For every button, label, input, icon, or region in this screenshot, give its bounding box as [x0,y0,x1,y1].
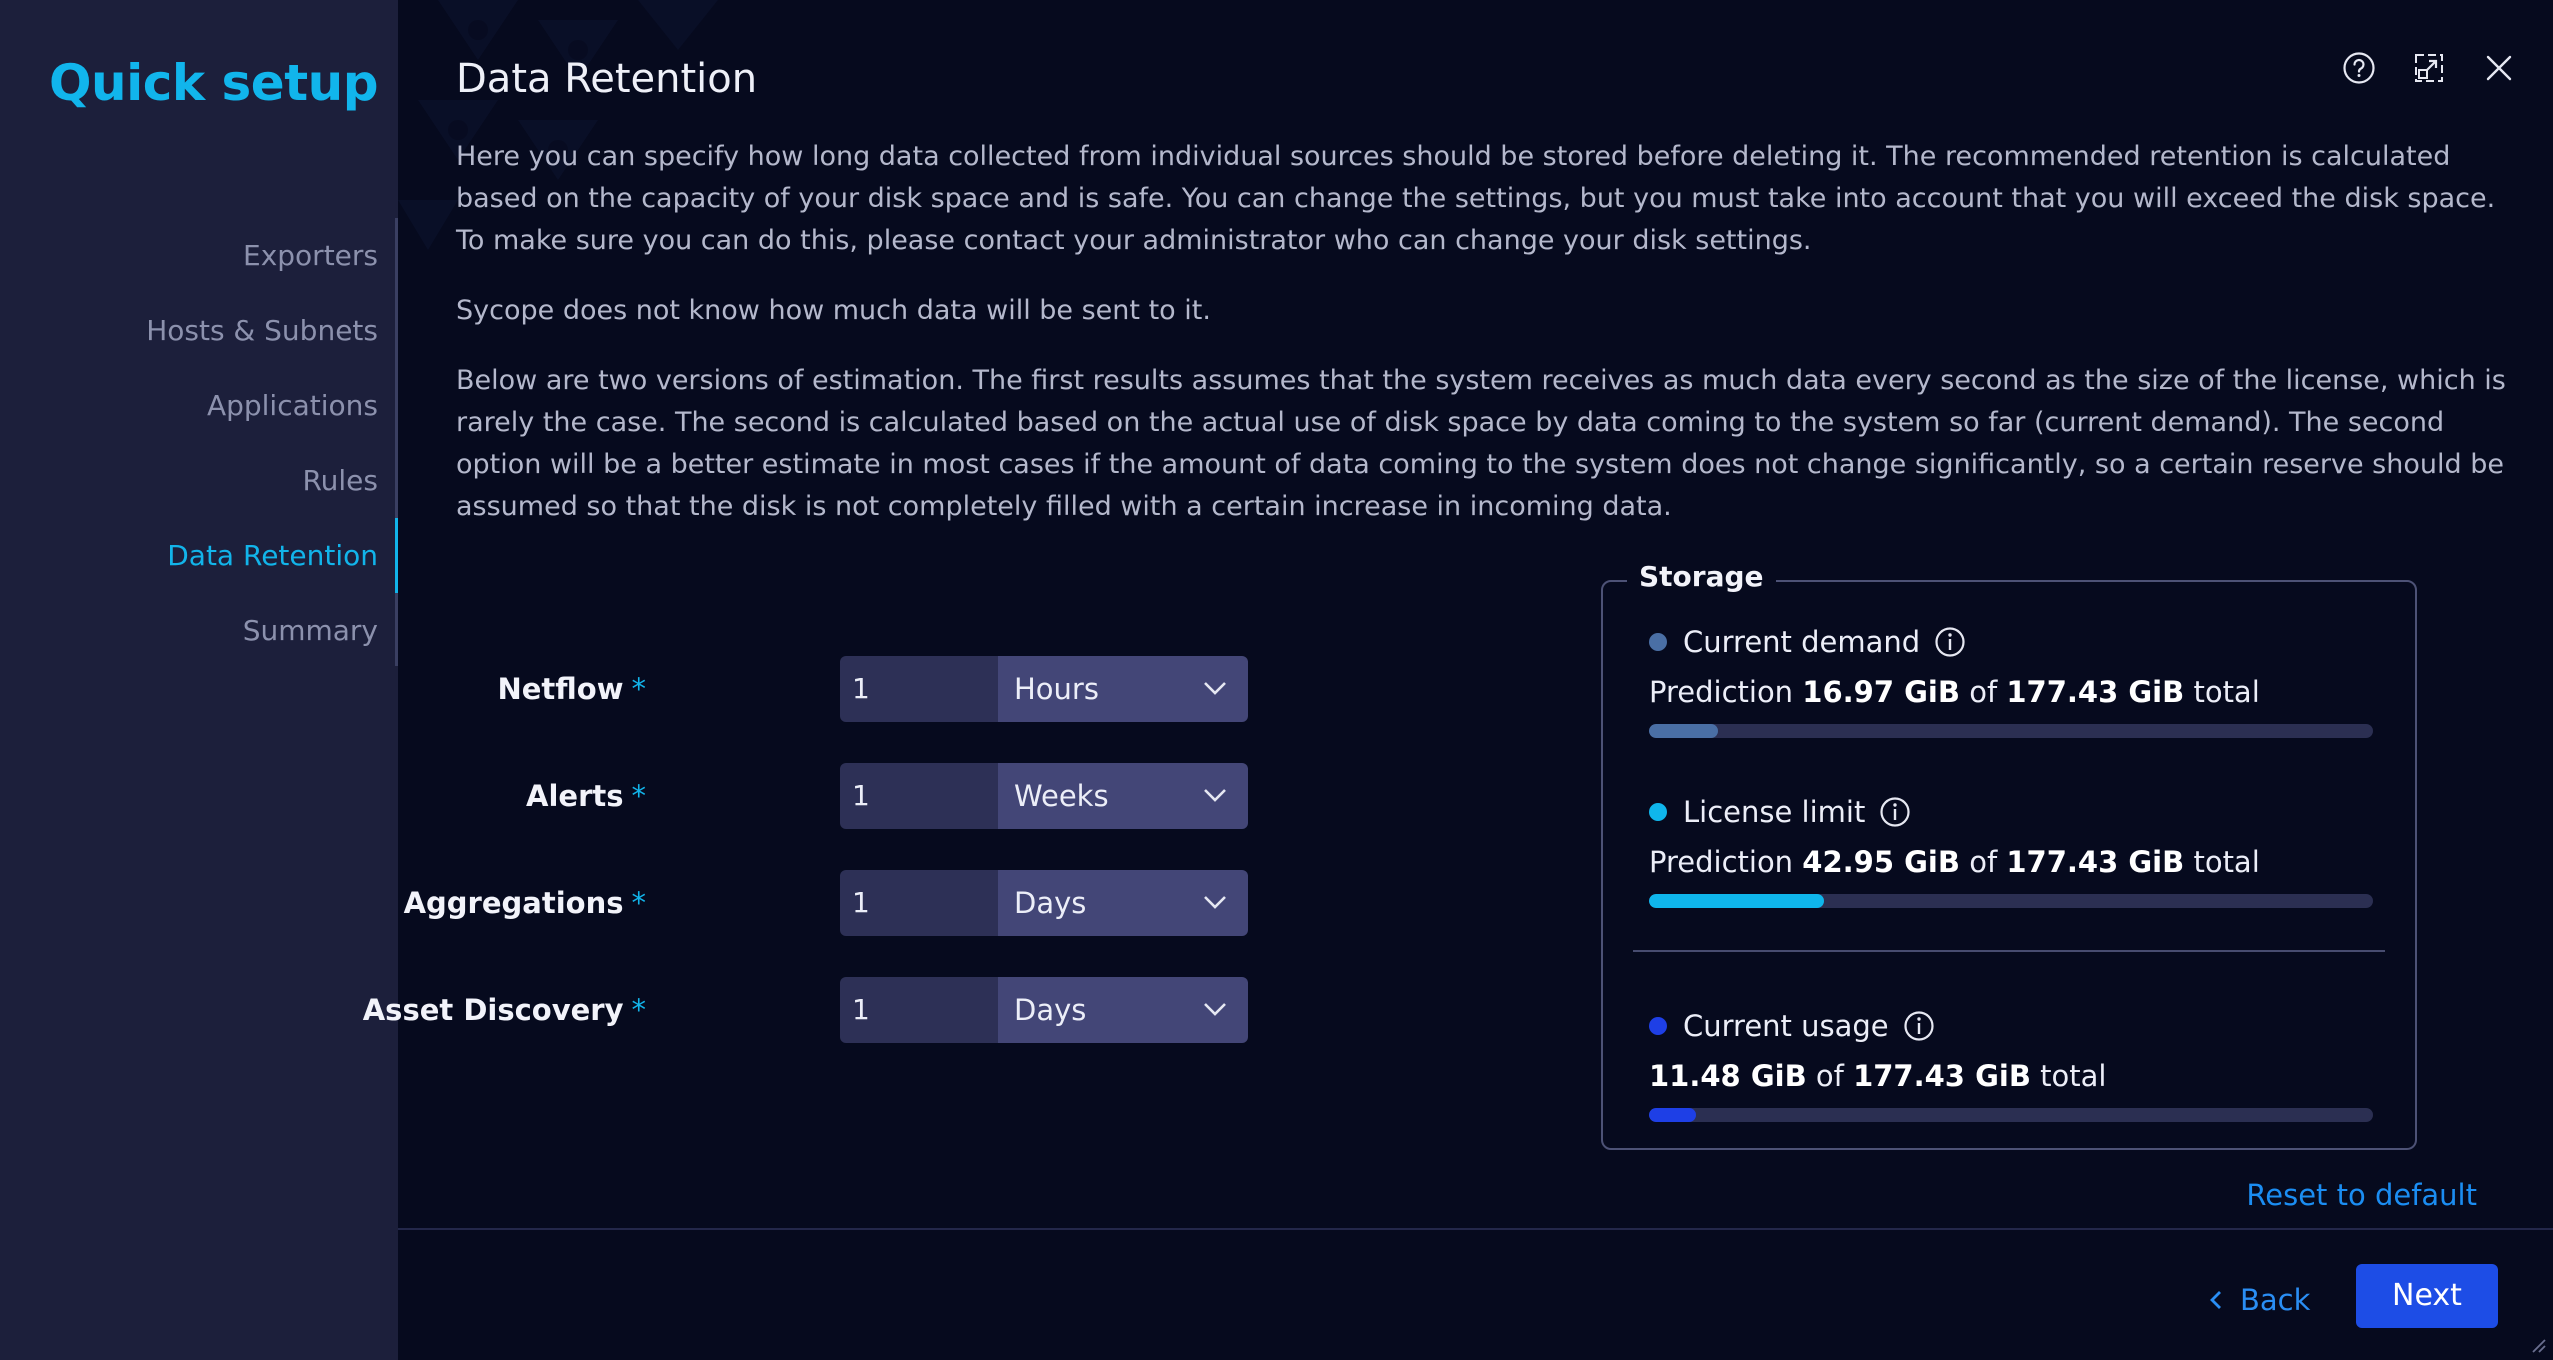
resize-grip-icon[interactable] [2527,1334,2547,1354]
license-limit-value: 42.95 GiB [1802,845,1960,879]
netflow-row: Netflow * 1 Hours [398,656,1398,722]
license-limit-capacity: 177.43 GiB [2006,845,2185,879]
description-paragraph-2: Sycope does not know how much data will … [456,295,1211,326]
chevron-down-icon [1204,1003,1226,1016]
step-exporters[interactable]: Exporters [0,218,398,293]
page-title: Data Retention [456,56,758,102]
required-mark: * [631,993,647,1027]
info-icon[interactable] [1934,626,1966,658]
sidebar: Quick setup Exporters Hosts & Subnets Ap… [0,0,398,1360]
step-summary[interactable]: Summary [0,593,398,668]
current-usage-bar-fill [1649,1108,1696,1122]
license-limit-dot [1649,803,1667,821]
asset-discovery-row: Asset Discovery * 1 Days [363,977,1398,1043]
license-limit-name: License limit [1683,795,1866,829]
alerts-row: Alerts * 1 Weeks [398,763,1398,829]
current-demand-bar-fill [1649,724,1719,738]
netflow-unit-select[interactable]: Hours [998,656,1248,722]
steps-nav: Exporters Hosts & Subnets Applications R… [0,218,398,668]
current-usage-bar [1649,1108,2373,1122]
current-demand-bar [1649,724,2373,738]
license-limit-text: Prediction 42.95 GiB of 177.43 GiB total [1649,845,2260,879]
current-usage-value: 11.48 GiB [1649,1059,1807,1093]
storage-legend: Storage [1627,560,1776,593]
license-limit-bar-fill [1649,894,1825,908]
info-icon[interactable] [1879,796,1911,828]
asset-discovery-label: Asset Discovery * [362,993,647,1027]
netflow-control: 1 Hours [840,656,1248,722]
aggregations-unit-select[interactable]: Days [998,870,1248,936]
popout-icon[interactable] [2411,50,2447,86]
required-mark: * [631,672,647,706]
license-limit-bar [1649,894,2373,908]
step-data-retention[interactable]: Data Retention [0,518,398,593]
storage-panel: Storage Current demand Prediction 16.97 … [1601,560,2417,1150]
chevron-down-icon [1204,789,1226,802]
close-icon[interactable] [2481,50,2517,86]
asset-discovery-unit-value: Days [1014,993,1087,1027]
aggregations-unit-value: Days [1014,886,1087,920]
step-applications[interactable]: Applications [0,368,398,443]
description: Here you can specify how long data colle… [456,136,2516,556]
aggregations-row: Aggregations * 1 Days [398,870,1398,936]
chevron-down-icon [1204,896,1226,909]
current-usage-text: 11.48 GiB of 177.43 GiB total [1649,1059,2107,1093]
aggregations-control: 1 Days [840,870,1248,936]
reset-to-default-link[interactable]: Reset to default [2246,1178,2477,1212]
alerts-control: 1 Weeks [840,763,1248,829]
asset-discovery-value-input[interactable]: 1 [840,977,998,1043]
footer-divider [398,1228,2553,1230]
netflow-label: Netflow * [497,672,647,706]
netflow-value-input[interactable]: 1 [840,656,998,722]
current-demand-dot [1649,633,1667,651]
aggregations-label: Aggregations * [403,886,647,920]
info-icon[interactable] [1903,1010,1935,1042]
alerts-unit-value: Weeks [1014,779,1109,813]
description-paragraph-3: Below are two versions of estimation. Th… [456,365,2506,522]
asset-discovery-unit-select[interactable]: Days [998,977,1248,1043]
current-usage-name: Current usage [1683,1009,1889,1043]
description-paragraph-1: Here you can specify how long data colle… [456,141,2496,256]
main-content: Data Retention Here you can specify how … [363,0,2553,1228]
alerts-label: Alerts * [526,779,647,813]
current-usage-capacity: 177.43 GiB [1853,1059,2031,1093]
next-button[interactable]: Next [2356,1264,2498,1328]
help-icon[interactable] [2341,50,2377,86]
chevron-left-icon [2210,1291,2221,1309]
license-limit-metric: License limit Prediction 42.95 GiB of 17… [1649,792,2373,908]
current-demand-text: Prediction 16.97 GiB of 177.43 GiB total [1649,675,2260,709]
sidebar-title: Quick setup [49,54,379,112]
current-demand-name: Current demand [1683,625,1921,659]
current-usage-metric: Current usage 11.48 GiB of 177.43 GiB to… [1649,1006,2373,1122]
netflow-unit-value: Hours [1014,672,1099,706]
back-button[interactable]: Back [2208,1270,2310,1330]
required-mark: * [631,779,647,813]
current-usage-dot [1649,1017,1667,1035]
step-rules[interactable]: Rules [0,443,398,518]
required-mark: * [631,886,647,920]
window-controls [2341,50,2517,86]
back-label: Back [2240,1283,2311,1317]
asset-discovery-control: 1 Days [840,977,1248,1043]
alerts-value-input[interactable]: 1 [840,763,998,829]
chevron-down-icon [1204,682,1226,695]
step-hosts-subnets[interactable]: Hosts & Subnets [0,293,398,368]
current-demand-capacity: 177.43 GiB [2006,675,2185,709]
alerts-unit-select[interactable]: Weeks [998,763,1248,829]
current-demand-value: 16.97 GiB [1802,675,1960,709]
current-demand-metric: Current demand Prediction 16.97 GiB of 1… [1649,622,2373,738]
aggregations-value-input[interactable]: 1 [840,870,998,936]
storage-divider [1633,950,2385,952]
